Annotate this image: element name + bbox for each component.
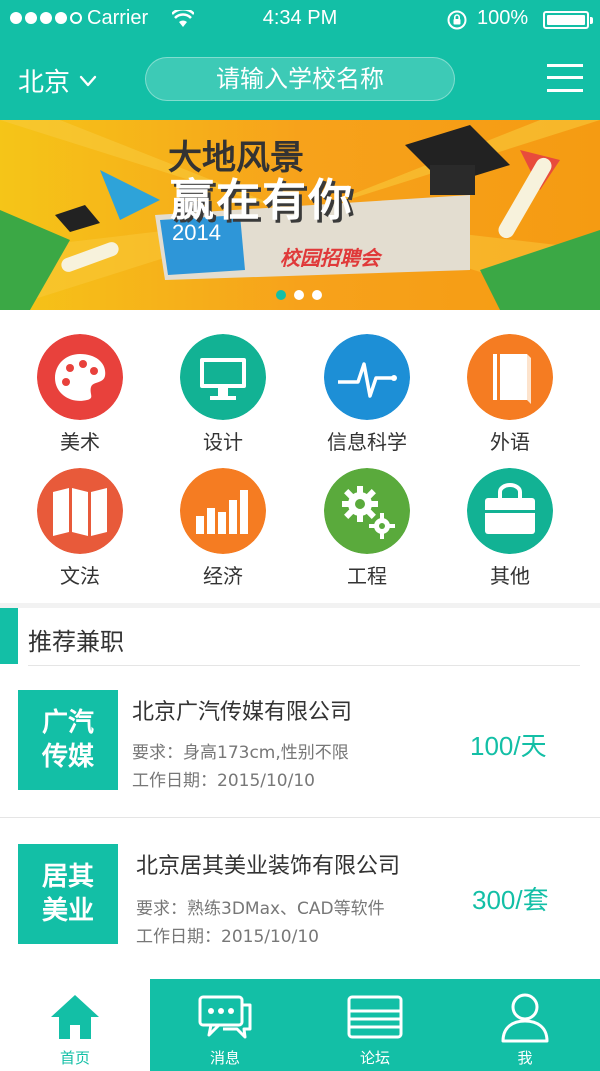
user-icon	[501, 993, 549, 1043]
logo-line: 广汽	[41, 708, 94, 738]
job-requirement: 要求：身高173cm,性别不限	[132, 743, 349, 763]
page-dot[interactable]	[294, 290, 304, 300]
pulse-icon	[324, 334, 410, 420]
city-selector[interactable]: 北京	[18, 62, 98, 99]
recommended-jobs-section: 推荐兼职 广汽 传媒 北京广汽传媒有限公司 要求：身高173cm,性别不限 工作…	[0, 608, 600, 988]
chevron-down-icon	[79, 75, 97, 86]
category-label: 工程	[347, 564, 387, 588]
job-card[interactable]: 居其 美业 北京居其美业装饰有限公司 要求：熟练3DMax、CAD等软件 工作日…	[0, 842, 600, 972]
job-date: 工作日期：2015/10/10	[136, 927, 319, 947]
tab-label: 我	[517, 1049, 533, 1067]
category-law[interactable]: 文法	[20, 468, 140, 589]
home-icon	[51, 995, 99, 1039]
job-card[interactable]: 广汽 传媒 北京广汽传媒有限公司 要求：身高173cm,性别不限 工作日期：20…	[0, 688, 600, 818]
category-label: 文法	[60, 564, 100, 588]
tab-label: 首页	[59, 1049, 90, 1067]
category-label: 信息科学	[327, 430, 407, 454]
rotation-lock-icon	[447, 10, 467, 30]
banner-year: 2014	[172, 220, 221, 245]
palette-icon	[37, 334, 123, 420]
app-header: Carrier 4:34 PM 100% 北京	[0, 0, 600, 120]
divider	[28, 665, 580, 666]
bottom-tab-bar: 首页 消息 论坛 我	[0, 979, 600, 1071]
category-engineering[interactable]: 工程	[307, 468, 427, 589]
forum-icon	[347, 995, 403, 1039]
job-price: 100/天	[470, 731, 547, 761]
category-art[interactable]: 美术	[20, 334, 140, 455]
section-title: 推荐兼职	[28, 628, 124, 656]
category-foreign-language[interactable]: 外语	[450, 334, 570, 455]
category-design[interactable]: 设计	[163, 334, 283, 455]
banner-subtitle: 校园招聘会	[280, 246, 380, 270]
category-label: 美术	[60, 430, 100, 454]
company-name: 北京居其美业装饰有限公司	[136, 854, 401, 879]
tab-forum[interactable]: 论坛	[300, 979, 450, 1071]
logo-line: 美业	[41, 896, 94, 926]
bag-icon	[467, 468, 553, 554]
category-economics[interactable]: 经济	[163, 468, 283, 589]
battery-percent: 100%	[477, 7, 529, 29]
logo-line: 居其	[41, 862, 94, 892]
category-label: 设计	[203, 430, 243, 454]
tab-label: 论坛	[359, 1049, 390, 1067]
book-icon	[467, 334, 553, 420]
monitor-icon	[180, 334, 266, 420]
tab-messages[interactable]: 消息	[150, 979, 300, 1071]
logo-line: 传媒	[41, 742, 94, 772]
city-label: 北京	[18, 68, 71, 98]
company-logo: 居其 美业	[18, 844, 118, 944]
menu-icon[interactable]	[547, 62, 583, 94]
banner-page-indicator	[276, 290, 322, 300]
page-dot[interactable]	[276, 290, 286, 300]
battery-icon	[543, 11, 593, 29]
company-logo: 广汽 传媒	[18, 690, 118, 790]
job-date: 工作日期：2015/10/10	[132, 771, 315, 791]
job-requirement: 要求：熟练3DMax、CAD等软件	[136, 899, 385, 919]
tab-profile[interactable]: 我	[450, 979, 600, 1071]
company-name: 北京广汽传媒有限公司	[132, 700, 353, 725]
category-grid: 美术 设计 信息科学 外语 文法 经济 工程 其他	[0, 310, 600, 603]
category-info-science[interactable]: 信息科学	[307, 334, 427, 455]
page-dot[interactable]	[312, 290, 322, 300]
tab-home[interactable]: 首页	[0, 979, 150, 1071]
category-label: 外语	[490, 430, 530, 454]
tab-label: 消息	[209, 1049, 240, 1067]
promo-banner[interactable]: 大地风景 赢在有你 2014 校园招聘会	[0, 120, 600, 310]
banner-headline: 赢在有你	[170, 175, 354, 226]
divider	[0, 817, 600, 818]
job-price: 300/套	[472, 885, 549, 915]
school-search-input[interactable]	[145, 57, 455, 101]
section-accent-bar	[0, 608, 18, 664]
category-label: 经济	[203, 564, 243, 588]
bar-chart-icon	[180, 468, 266, 554]
category-other[interactable]: 其他	[450, 468, 570, 589]
gears-icon	[324, 468, 410, 554]
category-label: 其他	[490, 564, 530, 588]
status-bar: Carrier 4:34 PM 100%	[0, 0, 600, 40]
map-icon	[37, 468, 123, 554]
chat-icon	[198, 995, 252, 1039]
